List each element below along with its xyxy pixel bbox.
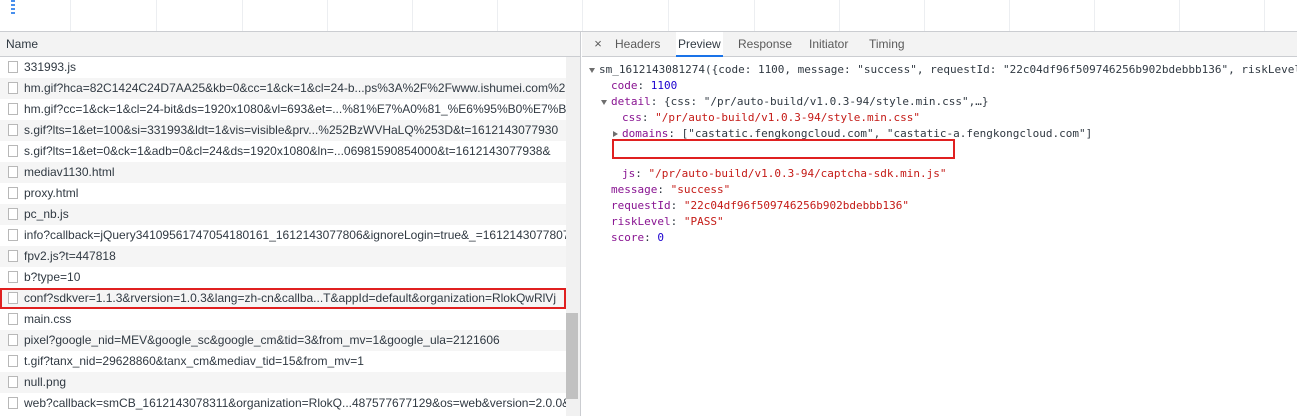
network-timeline[interactable] — [0, 0, 1297, 32]
request-row[interactable]: t.gif?tanx_nid=29628860&tanx_cm&mediav_t… — [0, 351, 566, 372]
request-row[interactable]: hm.gif?hca=82C1424C24D7AA25&kb=0&cc=1&ck… — [0, 78, 566, 99]
timeline-gridline — [70, 0, 71, 31]
tree-risklevel: riskLevel: "PASS" — [611, 215, 724, 228]
request-name: pixel?google_nid=MEV&google_sc&google_cm… — [24, 333, 500, 347]
file-icon — [8, 271, 18, 283]
request-name: conf?sdkver=1.1.3&rversion=1.0.3&lang=zh… — [24, 291, 556, 305]
request-row[interactable]: main.css — [0, 309, 566, 330]
file-icon — [8, 124, 18, 136]
request-name: info?callback=jQuery34109561747054180161… — [24, 228, 566, 242]
request-name: hm.gif?hca=82C1424C24D7AA25&kb=0&cc=1&ck… — [24, 81, 566, 95]
request-name: s.gif?lts=1&et=100&si=331993&ldt=1&vis=v… — [24, 123, 559, 137]
file-icon — [8, 313, 18, 325]
request-row[interactable]: 331993.js — [0, 57, 566, 78]
request-list-panel: Name 331993.js hm.gif?hca=82C1424C24D7AA2… — [0, 32, 581, 416]
expand-triangle-icon[interactable] — [589, 67, 595, 73]
timeline-gridline — [754, 0, 755, 31]
tree-requestid: requestId: "22c04df96f509746256b902bdebb… — [611, 199, 910, 212]
tree-root[interactable]: sm_1612143081274({code: 1100, message: "… — [589, 62, 1297, 78]
name-column-header[interactable]: Name — [0, 32, 580, 57]
tree-detail[interactable]: detail: {css: "/pr/auto-build/v1.0.3-94/… — [601, 94, 989, 110]
request-name: mediav1130.html — [24, 165, 115, 179]
file-icon — [8, 334, 18, 346]
timeline-gridline — [497, 0, 498, 31]
request-row[interactable]: b?type=10 — [0, 267, 566, 288]
timeline-gridline — [156, 0, 157, 31]
timeline-gridline — [1179, 0, 1180, 31]
request-row[interactable]: s.gif?lts=1&et=100&si=331993&ldt=1&vis=v… — [0, 120, 566, 141]
timeline-gridline — [412, 0, 413, 31]
tab-preview[interactable]: Preview — [676, 32, 723, 57]
request-name: main.css — [24, 312, 72, 326]
tree-message: message: "success" — [611, 183, 731, 196]
request-row[interactable]: pc_nb.js — [0, 204, 566, 225]
request-name: b?type=10 — [24, 270, 81, 284]
tab-response[interactable]: Response — [736, 32, 794, 56]
request-row[interactable]: proxy.html — [0, 183, 566, 204]
request-name: fpv2.js?t=447818 — [24, 249, 116, 263]
request-name: s.gif?lts=1&et=0&ck=1&adb=0&cl=24&ds=192… — [24, 144, 551, 158]
timeline-gridline — [582, 0, 583, 31]
request-row[interactable]: info?callback=jQuery34109561747054180161… — [0, 225, 566, 246]
file-icon — [8, 61, 18, 73]
close-icon[interactable]: × — [591, 32, 605, 56]
request-row[interactable]: conf?sdkver=1.1.3&rversion=1.0.3&lang=zh… — [0, 288, 566, 309]
timeline-gridline — [1009, 0, 1010, 31]
scrollbar-thumb[interactable] — [566, 313, 578, 399]
timeline-gridline — [668, 0, 669, 31]
file-icon — [8, 187, 18, 199]
request-name: proxy.html — [24, 186, 79, 200]
timeline-gridline — [1094, 0, 1095, 31]
timeline-gridline — [839, 0, 840, 31]
request-row[interactable]: web?callback=smCB_1612143078311&organiza… — [0, 393, 566, 414]
request-row[interactable]: null.png — [0, 372, 566, 393]
detail-tabbar: × Headers Preview Response Initiator Tim… — [582, 32, 1297, 57]
file-icon — [8, 376, 18, 388]
file-icon — [8, 208, 18, 220]
request-detail-panel: × Headers Preview Response Initiator Tim… — [582, 32, 1297, 416]
tree-code: code: 1100 — [611, 79, 678, 92]
request-row[interactable]: s.gif?lts=1&et=0&ck=1&adb=0&cl=24&ds=192… — [0, 141, 566, 162]
file-icon — [8, 397, 18, 409]
request-row[interactable]: pixel?google_nid=MEV&google_sc&google_cm… — [0, 330, 566, 351]
file-icon — [8, 103, 18, 115]
timeline-gridline — [327, 0, 328, 31]
request-row[interactable]: fpv2.js?t=447818 — [0, 246, 566, 267]
file-icon — [8, 166, 18, 178]
request-row[interactable]: hm.gif?cc=1&ck=1&cl=24-bit&ds=1920x1080&… — [0, 99, 566, 120]
tree-score: score: 0 — [611, 231, 664, 244]
file-icon — [8, 292, 18, 304]
collapse-triangle-icon[interactable] — [613, 131, 618, 137]
timeline-marker — [11, 0, 15, 14]
tab-timing[interactable]: Timing — [867, 32, 907, 56]
request-row[interactable]: mediav1130.html — [0, 162, 566, 183]
request-name: web?callback=smCB_1612143078311&organiza… — [24, 396, 566, 410]
request-name: t.gif?tanx_nid=29628860&tanx_cm&mediav_t… — [24, 354, 364, 368]
timeline-gridline — [1264, 0, 1265, 31]
tab-initiator[interactable]: Initiator — [807, 32, 850, 56]
file-icon — [8, 229, 18, 241]
file-icon — [8, 355, 18, 367]
timeline-gridline — [242, 0, 243, 31]
tree-js: js: "/pr/auto-build/v1.0.3-94/captcha-sd… — [622, 167, 947, 180]
file-icon — [8, 250, 18, 262]
file-icon — [8, 82, 18, 94]
request-name: null.png — [24, 375, 67, 389]
tree-domains[interactable]: domains: ["castatic.fengkongcloud.com", … — [613, 126, 1092, 142]
file-icon — [8, 145, 18, 157]
request-rows: 331993.js hm.gif?hca=82C1424C24D7AA25&kb=… — [0, 57, 580, 414]
tree-css: css: "/pr/auto-build/v1.0.3-94/style.min… — [622, 111, 921, 124]
tab-headers[interactable]: Headers — [613, 32, 662, 56]
request-name: pc_nb.js — [24, 207, 69, 221]
request-name: hm.gif?cc=1&ck=1&cl=24-bit&ds=1920x1080&… — [24, 102, 566, 116]
expand-triangle-icon[interactable] — [601, 99, 607, 105]
request-name: 331993.js — [24, 60, 77, 74]
timeline-gridline — [924, 0, 925, 31]
